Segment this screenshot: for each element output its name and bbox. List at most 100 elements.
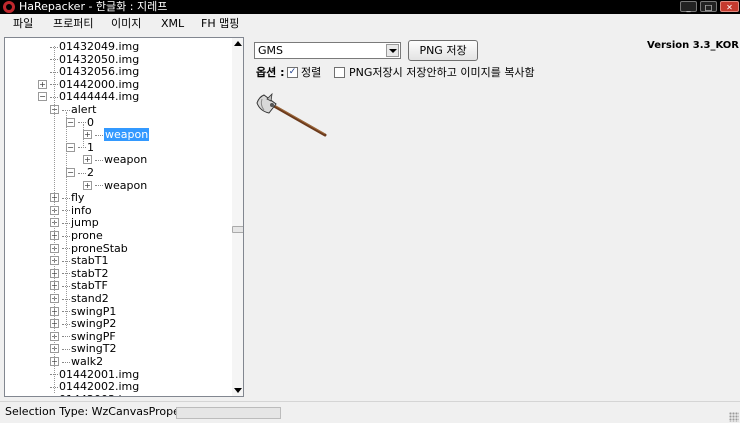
- collapse-icon[interactable]: −: [66, 117, 75, 127]
- tree-node-label: 01442003.img: [59, 393, 139, 396]
- tree-node[interactable]: −1: [66, 141, 94, 154]
- tree-node-label: 01444444.img: [59, 90, 140, 104]
- tree-connector: [78, 147, 86, 149]
- tree-node[interactable]: 01442002.img: [50, 380, 139, 393]
- scroll-up-arrow-icon[interactable]: [234, 41, 242, 46]
- tree-connector: [62, 361, 70, 363]
- tree-node[interactable]: + proneStab: [50, 241, 128, 255]
- tree-node[interactable]: + weapon: [83, 178, 148, 192]
- tree-connector: [95, 159, 103, 161]
- selection-type-status: Selection Type: WzCanvasProperty: [5, 405, 196, 418]
- tree-node-label: info: [71, 203, 92, 217]
- tree-node-label: fly: [71, 191, 85, 205]
- expand-icon[interactable]: +: [83, 155, 92, 165]
- tree-node-label: swingP1: [71, 304, 117, 318]
- tree-node[interactable]: + weapon: [83, 153, 148, 167]
- tree-scrollbar[interactable]: [232, 38, 243, 396]
- tree-node[interactable]: + jump: [50, 216, 99, 230]
- tree-connector: [62, 336, 70, 338]
- tree-node[interactable]: 01432050.img: [50, 53, 139, 66]
- menu-property[interactable]: 프로퍼티: [53, 14, 93, 34]
- version-label: Version 3.3_KOR: [647, 40, 739, 51]
- tree-connector: [95, 134, 103, 136]
- tree-connector: [95, 185, 103, 187]
- tree-node[interactable]: + walk2: [50, 355, 104, 368]
- menu-fh-mapping[interactable]: FH 맵핑: [201, 14, 239, 34]
- tree-connector: [78, 122, 86, 124]
- region-dropdown[interactable]: GMS: [254, 42, 401, 59]
- tree-guide-line: [83, 124, 84, 148]
- app-icon: [3, 1, 15, 13]
- tree-node-label: walk2: [71, 355, 104, 368]
- menu-xml[interactable]: XML: [161, 14, 184, 34]
- tree-node-label: weapon: [104, 178, 148, 192]
- tree-node[interactable]: + stabTF: [50, 279, 108, 293]
- tree-node-label: weapon: [104, 153, 148, 167]
- tree-node-label: stabTF: [71, 279, 108, 293]
- options-label: 옵션 :: [256, 66, 285, 79]
- tree-node[interactable]: −0: [66, 115, 94, 129]
- tree-node-label: swingPF: [71, 329, 116, 343]
- tree-connector: [78, 172, 86, 174]
- scroll-down-arrow-icon[interactable]: [234, 388, 242, 393]
- tree-node[interactable]: + prone: [50, 229, 103, 242]
- minimize-button[interactable]: _: [680, 1, 697, 12]
- tree-node[interactable]: + stabT2: [50, 266, 109, 280]
- tree-node-label: prone: [71, 229, 103, 242]
- tree-node-label: 01442001.img: [59, 367, 140, 381]
- close-button[interactable]: ✕: [720, 1, 739, 12]
- collapse-icon[interactable]: −: [66, 142, 75, 152]
- tree-node-label: stabT1: [71, 254, 109, 268]
- tree-node[interactable]: 01432049.img: [50, 40, 139, 53]
- title-bar: HaRepacker - 한글화 : 지레프 _ □ ✕: [0, 0, 740, 14]
- tree-node-label: 01432049.img: [59, 40, 140, 53]
- tree-node-label: stand2: [71, 292, 109, 305]
- copy-image-checkbox[interactable]: [334, 67, 345, 78]
- tree-node-label: 2: [87, 166, 94, 179]
- tree-node[interactable]: 01442003.img: [50, 393, 139, 396]
- tree-node[interactable]: − alert: [50, 103, 96, 116]
- expand-icon[interactable]: +: [83, 180, 92, 190]
- checkmark-icon: ✓: [288, 67, 297, 77]
- tree-node-label: swingT2: [71, 342, 117, 356]
- scroll-thumb[interactable]: [232, 226, 243, 233]
- tree-view[interactable]: 01432049.img 01432050.img 01432056.img +014…: [4, 37, 244, 397]
- tree-node[interactable]: + swingPF: [50, 329, 116, 343]
- collapse-icon[interactable]: −: [38, 92, 47, 102]
- tree-node[interactable]: + swingP1: [50, 304, 117, 318]
- copy-image-checkbox-label[interactable]: PNG저장시 저장안하고 이미지를 복사함: [349, 66, 535, 80]
- tree-node-label: jump: [71, 216, 99, 230]
- sort-checkbox[interactable]: ✓: [287, 67, 298, 78]
- resize-grip-icon[interactable]: [729, 412, 739, 422]
- maximize-button[interactable]: □: [700, 1, 717, 12]
- tree-node[interactable]: 01442001.img: [50, 368, 139, 381]
- chevron-down-icon[interactable]: [386, 44, 399, 57]
- menu-bar: 파일 프로퍼티 이미지 XML FH 맵핑: [0, 14, 740, 34]
- tree-node-label: proneStab: [71, 241, 128, 255]
- tree-node-label: 01432050.img: [59, 52, 140, 66]
- collapse-icon[interactable]: −: [66, 168, 75, 177]
- expand-icon[interactable]: +: [38, 79, 47, 89]
- tree-node[interactable]: +01442000.img: [38, 77, 140, 91]
- tree-node[interactable]: + swingT2: [50, 342, 117, 356]
- tree-node-label: swingP2: [71, 317, 117, 331]
- tree-node[interactable]: 01432056.img: [50, 65, 139, 78]
- tree-node[interactable]: −2: [66, 166, 94, 179]
- tree-node[interactable]: + stand2: [50, 292, 109, 305]
- status-bar: Selection Type: WzCanvasProperty: [0, 401, 740, 423]
- png-save-button[interactable]: PNG 저장: [408, 40, 478, 61]
- menu-image[interactable]: 이미지: [111, 14, 141, 34]
- tree-connector: [62, 109, 70, 111]
- region-dropdown-value: GMS: [258, 44, 283, 57]
- tree-node-label: stabT2: [71, 266, 109, 280]
- tree-node[interactable]: − 01444444.img: [38, 90, 140, 104]
- sort-checkbox-label[interactable]: 정렬: [301, 66, 321, 80]
- menu-file[interactable]: 파일: [13, 14, 33, 34]
- tree-node[interactable]: + stabT1: [50, 254, 109, 268]
- tree-node-label: 01442002.img: [59, 380, 140, 394]
- tree-node-label: 0: [87, 115, 94, 129]
- expand-icon[interactable]: +: [83, 130, 92, 140]
- tree-node[interactable]: + swingP2: [50, 317, 117, 331]
- tree-node-selected[interactable]: + weapon: [83, 128, 150, 142]
- tree-node-label: 01442000.img: [59, 77, 140, 91]
